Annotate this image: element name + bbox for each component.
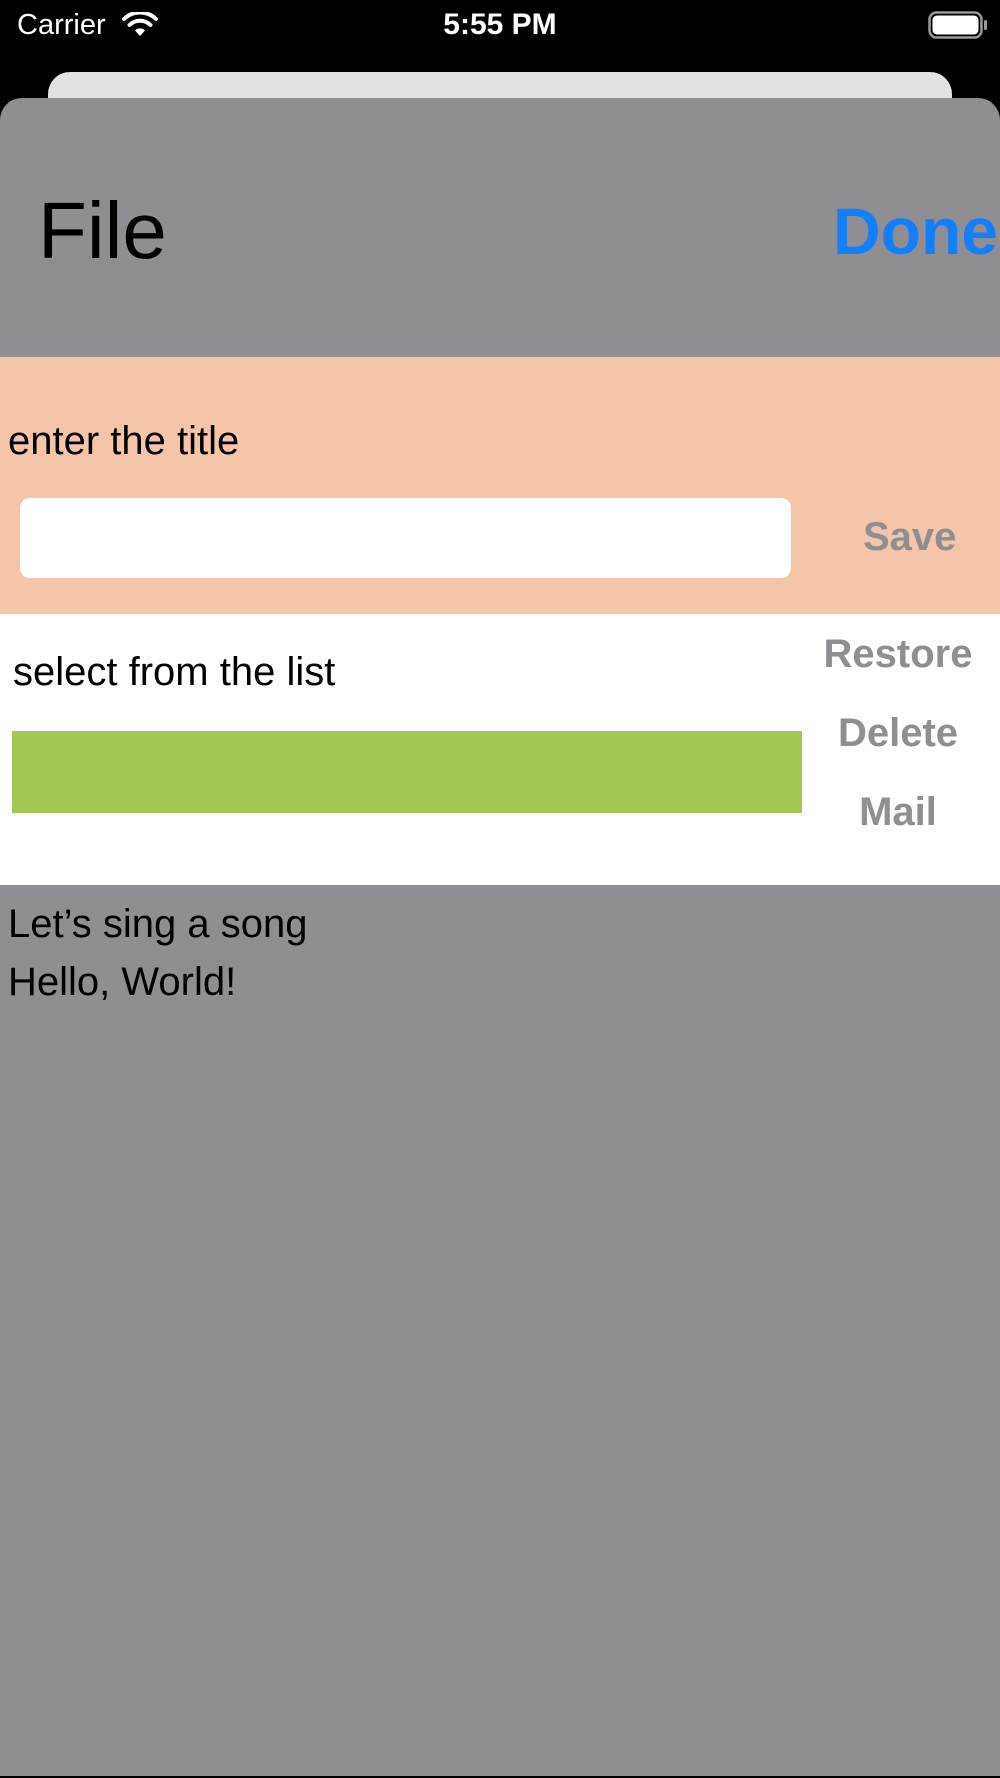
delete-button[interactable]: Delete <box>798 708 998 758</box>
restore-button[interactable]: Restore <box>798 629 998 679</box>
list-label: select from the list <box>13 650 336 694</box>
page-title: File <box>38 186 167 275</box>
title-input[interactable] <box>20 498 791 578</box>
file-sheet: File Done enter the title Save select fr… <box>0 98 1000 1776</box>
list-picker[interactable] <box>12 731 802 813</box>
list-panel: select from the list Restore Delete Mail <box>0 614 1000 885</box>
title-label: enter the title <box>8 419 240 463</box>
status-bar: Carrier 5:55 PM <box>0 0 1000 60</box>
battery-full-icon <box>928 11 987 39</box>
title-panel: enter the title Save <box>0 357 1000 614</box>
app-screen: Carrier 5:55 PM File Done enter the titl… <box>0 0 1000 1778</box>
save-button[interactable]: Save <box>863 512 956 562</box>
content-line: Let’s sing a song <box>8 902 308 946</box>
content-line: Hello, World! <box>8 960 237 1004</box>
clock: 5:55 PM <box>443 8 557 41</box>
done-button[interactable]: Done <box>833 191 998 271</box>
content-text: Let’s sing a song Hello, World! <box>8 895 307 1011</box>
mail-button[interactable]: Mail <box>798 787 998 837</box>
